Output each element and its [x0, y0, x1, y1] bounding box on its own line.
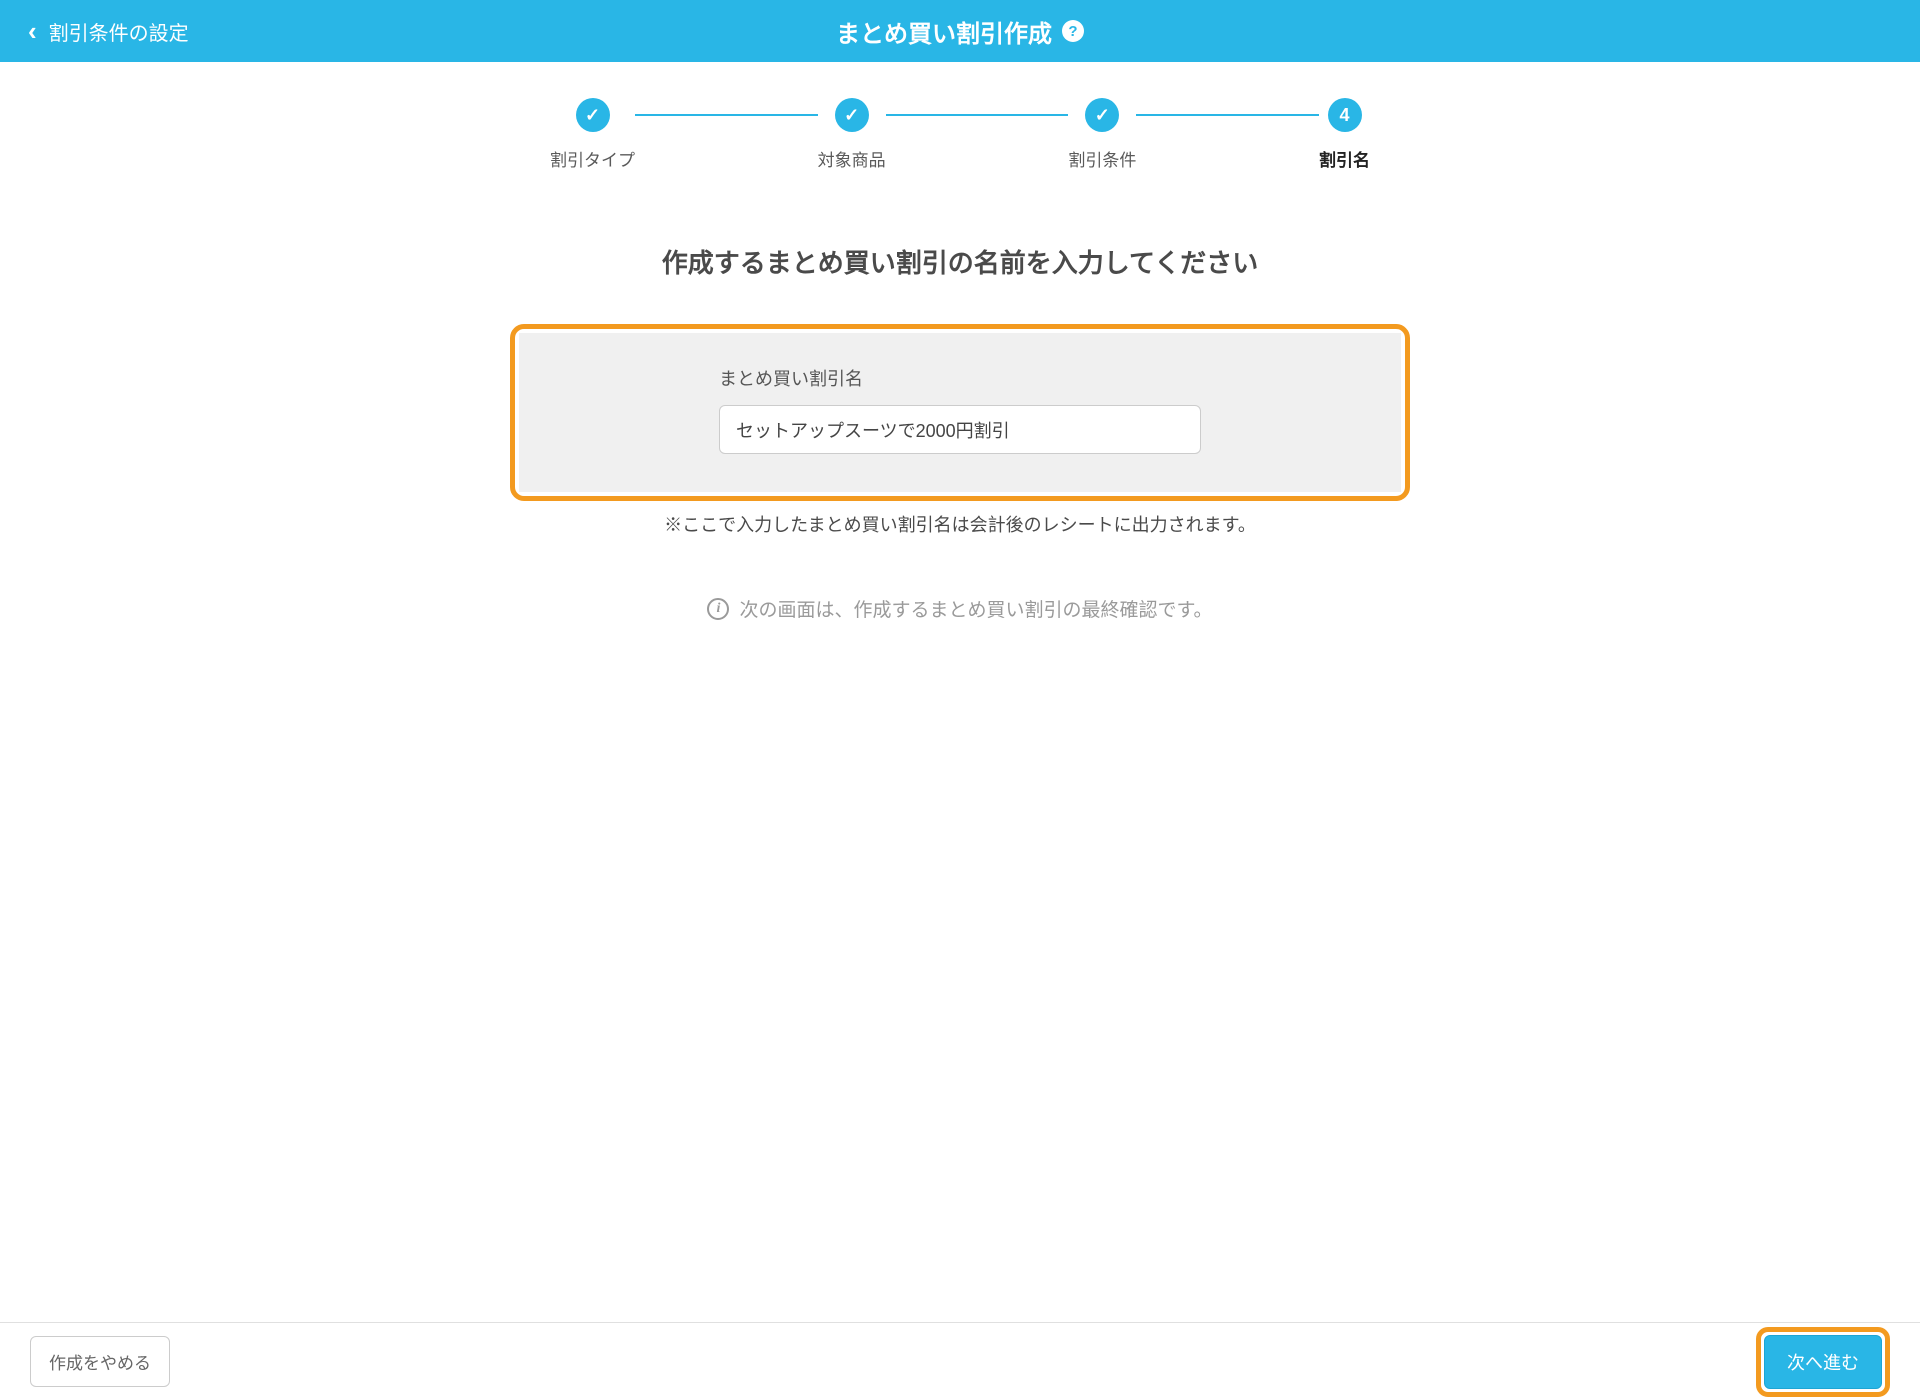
footer-bar: 作成をやめる 次へ進む: [0, 1322, 1920, 1400]
note-text: ※ここで入力したまとめ買い割引名は会計後のレシートに出力されます。: [0, 511, 1920, 537]
step-label-3: 割引条件: [1068, 146, 1136, 171]
check-icon: ✓: [585, 105, 600, 126]
step-2: ✓ 対象商品: [818, 98, 886, 171]
main-heading: 作成するまとめ買い割引の名前を入力してください: [0, 243, 1920, 280]
info-text: 次の画面は、作成するまとめ買い割引の最終確認です。: [739, 595, 1212, 622]
check-icon: ✓: [1095, 105, 1110, 126]
cancel-button[interactable]: 作成をやめる: [30, 1336, 170, 1387]
next-button[interactable]: 次へ進む: [1764, 1335, 1882, 1389]
step-connector: [635, 114, 818, 116]
step-label-2: 対象商品: [818, 146, 886, 171]
page-title: まとめ買い割引作成 ?: [836, 14, 1084, 49]
help-icon[interactable]: ?: [1062, 20, 1084, 42]
back-button[interactable]: ‹ 割引条件の設定: [28, 17, 189, 46]
step-circle-3: ✓: [1085, 98, 1119, 132]
step-connector: [886, 114, 1069, 116]
name-field-label: まとめ買い割引名: [719, 365, 1201, 391]
step-circle-2: ✓: [835, 98, 869, 132]
step-indicator: ✓ 割引タイプ ✓ 対象商品 ✓ 割引条件 4 割引名: [510, 98, 1410, 171]
next-button-highlight: 次へ進む: [1756, 1327, 1890, 1397]
info-icon: i: [707, 598, 729, 620]
step-connector: [1136, 114, 1319, 116]
info-line: i 次の画面は、作成するまとめ買い割引の最終確認です。: [0, 595, 1920, 622]
title-text: まとめ買い割引作成: [836, 14, 1052, 49]
back-label: 割引条件の設定: [49, 17, 189, 46]
step-label-4: 割引名: [1319, 146, 1370, 171]
step-3: ✓ 割引条件: [1068, 98, 1136, 171]
step-label-1: 割引タイプ: [550, 146, 635, 171]
form-highlight-box: まとめ買い割引名: [510, 324, 1410, 501]
step-circle-1: ✓: [576, 98, 610, 132]
chevron-left-icon: ‹: [28, 18, 37, 44]
step-1: ✓ 割引タイプ: [550, 98, 635, 171]
form-panel: まとめ買い割引名: [519, 333, 1401, 492]
discount-name-input[interactable]: [719, 405, 1201, 454]
check-icon: ✓: [844, 105, 859, 126]
app-header: ‹ 割引条件の設定 まとめ買い割引作成 ?: [0, 0, 1920, 62]
step-circle-4: 4: [1328, 98, 1362, 132]
step-4: 4 割引名: [1319, 98, 1370, 171]
